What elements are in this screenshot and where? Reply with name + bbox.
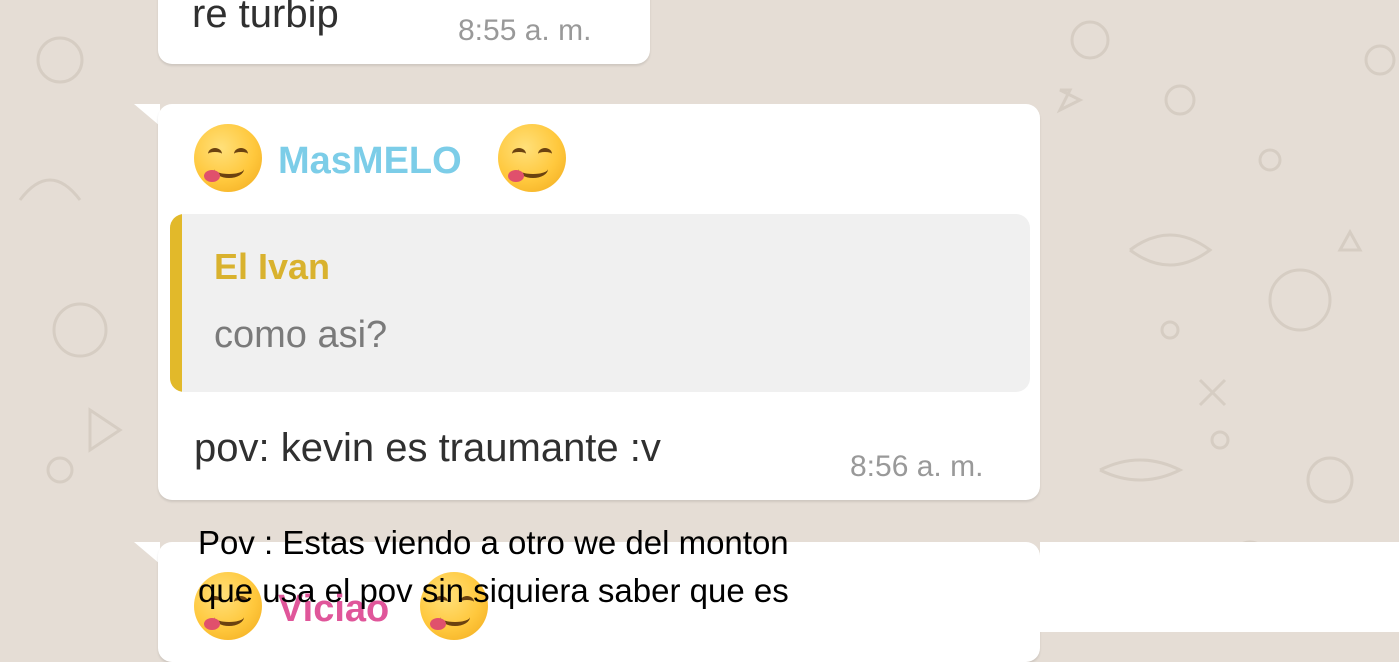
sender-name[interactable]: MasMELO: [278, 140, 462, 183]
quoted-text: como asi?: [214, 314, 388, 356]
message-timestamp: 8:55 a. m.: [458, 14, 592, 47]
quoted-sender-name: El Ivan: [214, 246, 331, 287]
message-bubble[interactable]: re turbip 8:55 a. m.: [158, 0, 650, 64]
bubble-tail: [134, 542, 160, 564]
message-bubble[interactable]: MasMELO El Ivan como asi? pov: kevin es …: [158, 104, 1040, 500]
smiling-face-savoring-food-icon: [194, 124, 262, 192]
caption-overlay: [1040, 542, 1399, 632]
bubble-tail: [134, 104, 160, 126]
smiling-face-savoring-food-icon: [498, 124, 566, 192]
quote-accent-bar: [170, 214, 182, 392]
message-text: re turbip: [192, 0, 339, 36]
caption-line-1: Pov : Estas viendo a otro we del monton: [198, 524, 789, 561]
message-text: pov: kevin es traumante :v: [194, 426, 661, 470]
quoted-message[interactable]: El Ivan como asi?: [170, 214, 1030, 392]
caption-line-2: que usa el pov sin siquiera saber que es: [198, 572, 789, 609]
message-timestamp: 8:56 a. m.: [850, 450, 984, 483]
